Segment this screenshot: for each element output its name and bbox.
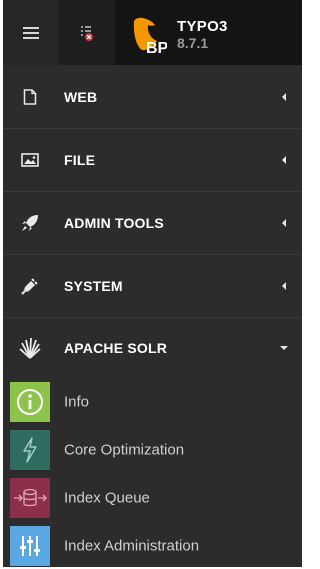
- index-queue-icon: [10, 478, 50, 518]
- sliders-icon: [10, 526, 50, 566]
- module-group-label: WEB: [64, 88, 98, 105]
- module-item-index-queue[interactable]: Index Queue: [3, 474, 302, 522]
- module-group-admin-tools[interactable]: ADMIN TOOLS: [3, 192, 302, 255]
- module-item-label: Index Queue: [64, 489, 150, 507]
- chevron-down-icon: [280, 346, 288, 350]
- module-group-web[interactable]: WEB: [3, 65, 302, 129]
- module-group-label: FILE: [64, 152, 96, 168]
- page-icon: [19, 86, 41, 108]
- info-icon: [10, 382, 50, 422]
- app-version: 8.7.1: [177, 35, 209, 51]
- chevron-left-icon: [282, 156, 286, 164]
- lightning-icon: [10, 430, 50, 470]
- typo3-logo[interactable]: BP TYPO3 8.7.1: [115, 0, 302, 65]
- module-item-label: Index Administration: [64, 537, 200, 555]
- clear-cache-icon: [81, 25, 93, 41]
- module-item-label: Core Optimization: [64, 441, 185, 459]
- clear-cache-button[interactable]: [59, 0, 115, 65]
- module-item-core-optimization[interactable]: Core Optimization: [3, 426, 302, 474]
- svg-text:BP: BP: [146, 40, 167, 55]
- module-item-label: Info: [64, 393, 90, 411]
- module-group-file[interactable]: FILE: [3, 129, 302, 192]
- chevron-left-icon: [282, 92, 286, 101]
- module-group-label: APACHE SOLR: [64, 340, 168, 356]
- module-menu: BP TYPO3 8.7.1 WEB FILE ADMIN TOOLS SYST…: [3, 0, 302, 567]
- topbar: BP TYPO3 8.7.1: [3, 0, 302, 65]
- chevron-left-icon: [282, 219, 286, 227]
- plug-icon: [19, 275, 41, 297]
- typo3-logo-icon: BP: [133, 17, 167, 55]
- app-name: TYPO3: [177, 18, 228, 35]
- rocket-icon: [19, 212, 41, 234]
- menu-toggle-button[interactable]: [3, 0, 59, 65]
- solr-icon: [19, 337, 41, 359]
- module-group-label: SYSTEM: [64, 278, 123, 294]
- image-icon: [19, 149, 41, 171]
- module-group-label: ADMIN TOOLS: [64, 215, 164, 231]
- module-item-info[interactable]: Info: [3, 378, 302, 426]
- module-group-system[interactable]: SYSTEM: [3, 255, 302, 318]
- hamburger-icon: [23, 24, 39, 42]
- chevron-left-icon: [282, 282, 286, 290]
- module-item-index-administration[interactable]: Index Administration: [3, 522, 302, 567]
- module-group-apache-solr[interactable]: APACHE SOLR: [3, 318, 302, 378]
